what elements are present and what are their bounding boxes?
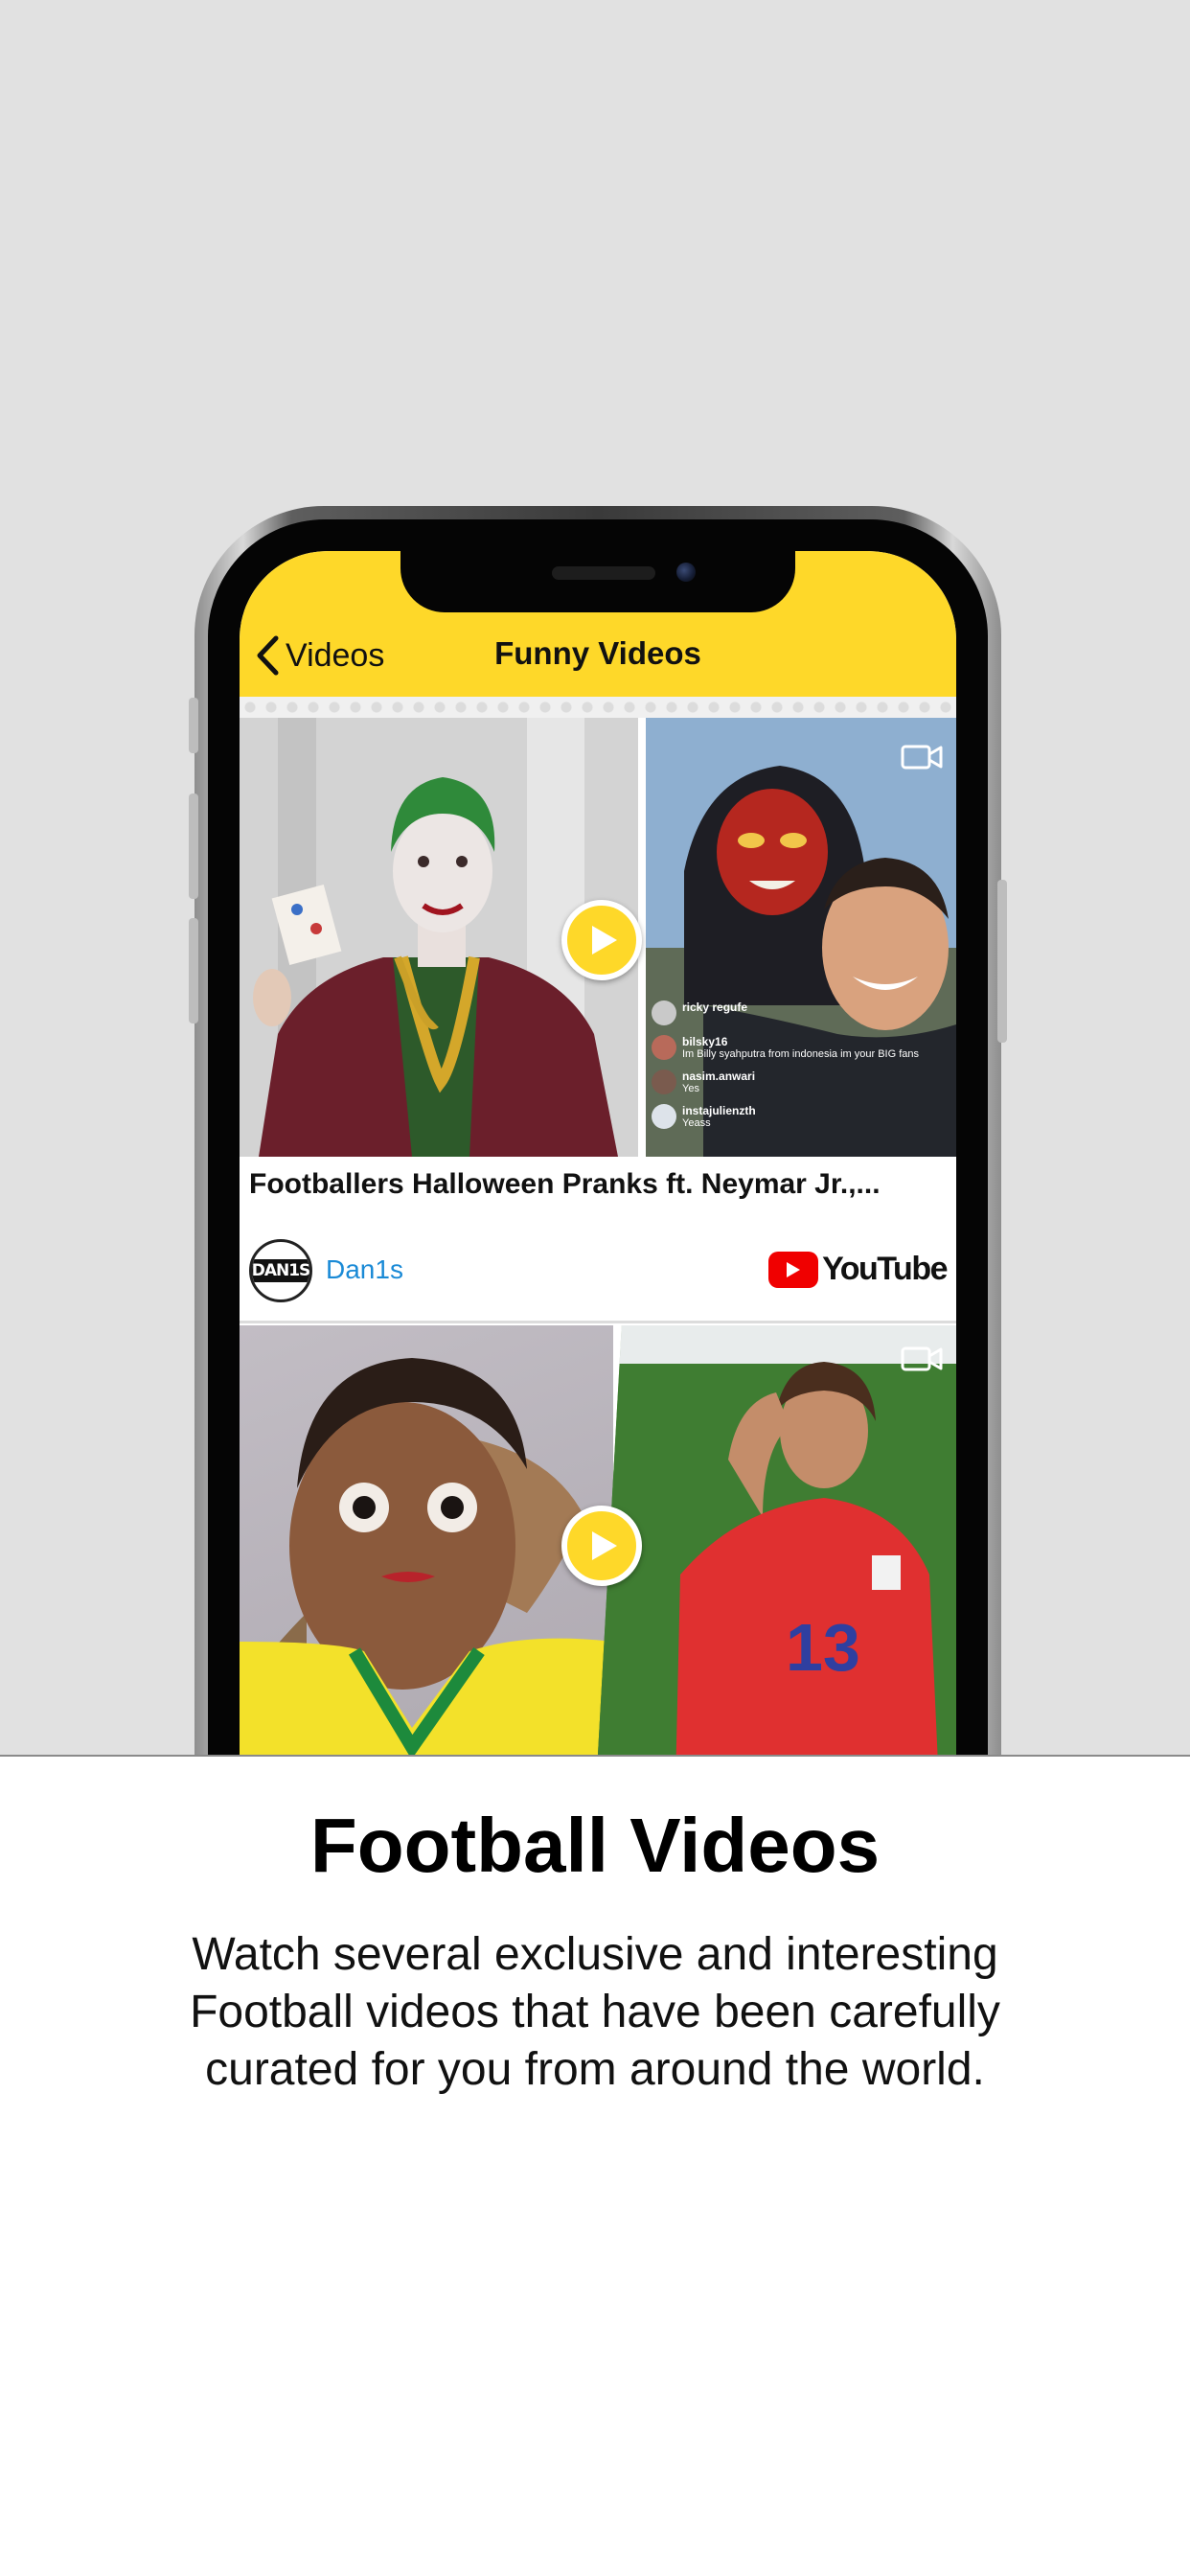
promo-title: Football Videos [309, 1803, 881, 1888]
commenter-name: instajulienzth [682, 1104, 756, 1117]
commenter-name: ricky regufe [682, 1000, 748, 1014]
play-icon [592, 1531, 617, 1560]
thumbnail-right-image: ricky regufe bilsky16 Im Billy syahputra… [646, 718, 956, 1157]
card-divider [240, 1321, 956, 1323]
phone-frame: Videos Funny Videos ricky regufe bilsky1… [189, 506, 1007, 1989]
jersey-number: 13 [786, 1610, 860, 1685]
volume-up-button [189, 794, 198, 899]
video-camera-icon [901, 1346, 943, 1371]
power-button [997, 880, 1007, 1043]
youtube-wordmark: YouTube [822, 1251, 948, 1287]
play-button[interactable] [561, 1506, 642, 1586]
promo-description: Watch several exclusive and interesting … [190, 1929, 1000, 2095]
mute-switch [189, 698, 198, 753]
comment-text: Im Billy syahputra from indonesia im you… [682, 1048, 919, 1060]
youtube-play-icon [768, 1251, 819, 1288]
comment-row: nasim.anwari Yes [652, 1070, 939, 1094]
video-card[interactable]: ricky regufe bilsky16 Im Billy syahputra… [240, 718, 956, 1323]
channel-avatar-logo: DAN1S [252, 1259, 309, 1282]
channel-name-link[interactable]: Dan1s [326, 1254, 403, 1285]
commenter-avatar [652, 1000, 676, 1025]
comment-text: Yeass [682, 1117, 711, 1129]
speaker-grille [552, 566, 655, 580]
volume-down-button [189, 918, 198, 1024]
notch [400, 551, 795, 612]
comment-row: bilsky16 Im Billy syahputra from indones… [652, 1035, 939, 1060]
video-camera-icon [901, 745, 943, 770]
play-icon [592, 926, 617, 954]
live-comments-overlay: ricky regufe bilsky16 Im Billy syahputra… [652, 1000, 939, 1129]
pattern-strip [240, 697, 956, 718]
channel-avatar[interactable]: DAN1S [249, 1239, 312, 1302]
comment-row: instajulienzth Yeass [652, 1104, 939, 1129]
youtube-logo: YouTube [768, 1251, 948, 1288]
commenter-avatar [652, 1104, 676, 1129]
front-camera [676, 563, 696, 582]
comment-row: ricky regufe [652, 1000, 939, 1025]
play-button[interactable] [561, 900, 642, 980]
commenter-avatar [652, 1035, 676, 1060]
commenter-name: nasim.anwari [682, 1070, 756, 1083]
commenter-name: bilsky16 [682, 1035, 728, 1048]
video-thumbnail[interactable]: ricky regufe bilsky16 Im Billy syahputra… [240, 718, 956, 1157]
commenter-avatar [652, 1070, 676, 1094]
video-title[interactable]: Footballers Halloween Pranks ft. Neymar … [249, 1168, 949, 1201]
comment-text: Yes [682, 1083, 699, 1094]
page-title: Funny Videos [494, 635, 701, 671]
